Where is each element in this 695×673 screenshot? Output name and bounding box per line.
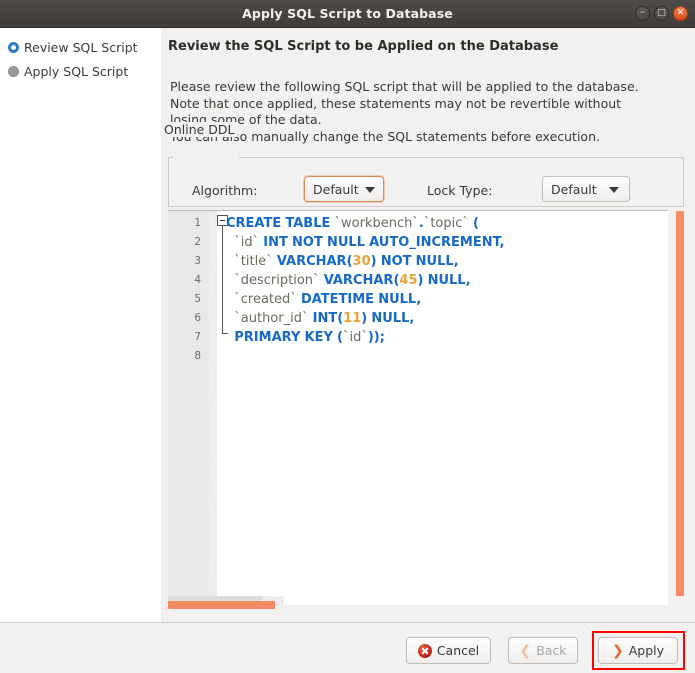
chevron-left-icon: ❮ [519, 642, 532, 659]
title-bar: Apply SQL Script to Database – □ ✕ [0, 0, 695, 28]
maximize-icon: □ [657, 8, 666, 18]
editor-vertical-scrollbar[interactable] [676, 211, 684, 596]
sidebar-item-label: Apply SQL Script [24, 64, 129, 79]
chevron-down-icon [609, 187, 619, 193]
chevron-right-icon: ❯ [611, 642, 624, 659]
editor-horizontal-scrollbar[interactable] [168, 601, 275, 609]
group-border-right [239, 157, 683, 158]
editor-gutter-stripe [209, 211, 217, 598]
back-button-label: Back [536, 643, 567, 658]
chevron-down-icon [365, 187, 375, 193]
minimize-icon: – [639, 5, 646, 18]
line-number: 3 [194, 255, 201, 267]
close-icon: ✕ [676, 8, 685, 18]
line-number: 4 [194, 274, 201, 286]
sidebar-item-apply-sql-script[interactable]: Apply SQL Script [8, 64, 128, 79]
sql-script-editor[interactable]: 1 2 3 4 5 6 7 8 CREATE TABLE `workbench`.`topic… [168, 210, 668, 598]
sql-code-text[interactable]: CREATE TABLE `workbench`.`topic` ( `id` … [226, 214, 505, 347]
group-border-left [169, 157, 173, 158]
minimize-button[interactable]: – [635, 6, 650, 21]
step-active-bullet-icon [8, 42, 19, 53]
sidebar-item-label: Review SQL Script [24, 40, 138, 55]
apply-button-label: Apply [628, 643, 665, 658]
line-number: 6 [194, 312, 201, 324]
cancel-button-label: Cancel [436, 643, 480, 658]
lock-type-value: Default [551, 181, 597, 197]
sidebar-item-review-sql-script[interactable]: Review SQL Script [8, 40, 138, 55]
line-number: 2 [194, 236, 201, 248]
dialog-footer [0, 622, 695, 673]
apply-sql-script-dialog: Apply SQL Script to Database – □ ✕ Revie… [0, 0, 695, 673]
wizard-sidebar: Review SQL Script Apply SQL Script [0, 28, 161, 622]
line-number: 1 [194, 217, 201, 229]
window-controls: – □ ✕ [635, 6, 688, 21]
close-button[interactable]: ✕ [673, 6, 688, 21]
algorithm-label: Algorithm: [192, 183, 258, 198]
line-numbers: 1 2 3 4 5 6 7 8 [168, 214, 201, 366]
algorithm-select[interactable]: Default [304, 176, 384, 202]
line-number: 8 [194, 350, 201, 362]
cancel-button[interactable]: Cancel [406, 637, 491, 664]
cancel-icon [417, 643, 432, 658]
step-pending-bullet-icon [8, 66, 19, 77]
line-number: 7 [194, 331, 201, 343]
page-description: Please review the following SQL script t… [170, 79, 639, 144]
line-number: 5 [194, 293, 201, 305]
fold-line [222, 226, 223, 334]
apply-button[interactable]: ❯ Apply [598, 637, 678, 664]
maximize-button[interactable]: □ [654, 6, 669, 21]
lock-type-select[interactable]: Default [542, 176, 630, 202]
window-title: Apply SQL Script to Database [242, 6, 453, 21]
algorithm-value: Default [313, 181, 359, 197]
online-ddl-group-label: Online DDL [161, 122, 238, 137]
lock-type-label: Lock Type: [427, 183, 493, 198]
page-title: Review the SQL Script to be Applied on t… [168, 39, 559, 54]
back-button[interactable]: ❮ Back [508, 637, 578, 664]
